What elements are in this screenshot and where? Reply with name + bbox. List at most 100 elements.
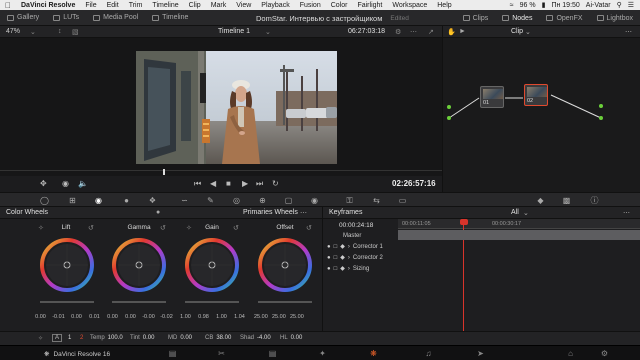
menu-edit[interactable]: Edit: [102, 2, 124, 9]
control-center-icon[interactable]: ☰: [628, 1, 634, 9]
lift-value-b[interactable]: 0.01: [88, 314, 101, 320]
color-match-icon[interactable]: ⊞: [68, 196, 77, 205]
clock[interactable]: Пн 19:50: [551, 2, 579, 9]
go-to-end-icon[interactable]: ⏭: [256, 179, 263, 189]
gain-master-slider[interactable]: [185, 301, 239, 303]
color-wheels-icon[interactable]: ◉: [94, 196, 103, 205]
more-options-icon[interactable]: ⋯: [410, 28, 417, 36]
auto-balance-icon[interactable]: ✧: [38, 335, 43, 342]
offset-value-r[interactable]: 25.00: [254, 314, 268, 320]
hl-value[interactable]: 0.00: [291, 335, 303, 341]
user-name[interactable]: Ai-Vatar: [586, 2, 611, 9]
deliver-page-icon[interactable]: ➤: [476, 349, 485, 358]
keyframes-filter-dropdown-icon[interactable]: ⌄: [523, 209, 529, 217]
menu-help[interactable]: Help: [432, 2, 456, 9]
gain-picker-icon[interactable]: ✧: [186, 224, 192, 232]
menu-trim[interactable]: Trim: [124, 2, 148, 9]
kf-diamond-icon[interactable]: ◆: [340, 254, 345, 261]
kf-diamond-icon[interactable]: ◆: [340, 243, 345, 250]
battery-icon[interactable]: ▮: [542, 1, 546, 9]
temp-control[interactable]: Temp 100.0: [90, 335, 123, 341]
lift-value-y[interactable]: 0.00: [34, 314, 47, 320]
keyframes-icon[interactable]: ◆: [536, 196, 545, 205]
cb-value[interactable]: 38.00: [216, 335, 231, 341]
fairlight-page-icon[interactable]: ♫: [424, 349, 433, 358]
menu-app-name[interactable]: DaVinci Resolve: [16, 2, 80, 9]
scrub-playhead[interactable]: [163, 169, 165, 175]
info-icon[interactable]: ⓘ: [590, 196, 599, 205]
menu-file[interactable]: File: [80, 2, 101, 9]
play-icon[interactable]: ▶: [242, 179, 248, 188]
viewer-options-icon[interactable]: ⚙: [395, 28, 401, 36]
node-02[interactable]: 02: [524, 84, 548, 106]
menu-fairlight[interactable]: Fairlight: [352, 2, 387, 9]
menu-playback[interactable]: Playback: [256, 2, 294, 9]
cut-page-icon[interactable]: ✂: [217, 349, 226, 358]
menu-workspace[interactable]: Workspace: [387, 2, 432, 9]
go-to-start-icon[interactable]: ⏮: [194, 179, 201, 189]
md-control[interactable]: MD 0.00: [168, 335, 192, 341]
menu-timeline[interactable]: Timeline: [147, 2, 183, 9]
hand-tool-icon[interactable]: ✋: [447, 28, 456, 36]
gamma-wheel[interactable]: [109, 234, 169, 296]
offset-reset-icon[interactable]: ↺: [306, 224, 312, 232]
gamma-master-slider[interactable]: [112, 301, 166, 303]
volume-icon[interactable]: 🔈: [78, 179, 88, 188]
play-reverse-icon[interactable]: ◀: [210, 179, 216, 188]
menu-view[interactable]: View: [231, 2, 256, 9]
gamma-value-r[interactable]: 0.00: [124, 314, 137, 320]
menu-clip[interactable]: Clip: [184, 2, 206, 9]
kf-expand-icon[interactable]: ›: [348, 244, 350, 250]
rgb-mixer-icon[interactable]: ●: [122, 196, 131, 205]
offset-master-slider[interactable]: [258, 301, 312, 303]
camera-raw-icon[interactable]: ◯: [40, 196, 49, 205]
kf-track-master[interactable]: [398, 230, 640, 240]
clips-button[interactable]: Clips: [456, 10, 496, 26]
sizing-icon[interactable]: ⇆: [372, 196, 381, 205]
highlight-icon[interactable]: ◉: [62, 179, 69, 188]
md-value[interactable]: 0.00: [180, 335, 192, 341]
loop-icon[interactable]: ↻: [272, 179, 279, 188]
lift-value-r[interactable]: -0.01: [52, 314, 65, 320]
stop-icon[interactable]: ■: [226, 179, 231, 188]
timeline-button[interactable]: Timeline: [145, 10, 195, 26]
compare-icon[interactable]: ▧: [72, 28, 79, 36]
wheels-mode-select[interactable]: Primaries Wheels: [243, 209, 298, 216]
color-page-icon[interactable]: ❋: [369, 349, 378, 358]
tint-control[interactable]: Tint 0.00: [130, 335, 154, 341]
settings-icon[interactable]: ⚙: [600, 349, 609, 358]
offset-value-g[interactable]: 25.00: [272, 314, 286, 320]
temp-value[interactable]: 100.0: [108, 335, 123, 341]
kf-row-corrector-1[interactable]: ● □ ◆ › Corrector 1: [323, 241, 397, 252]
gamma-value-b[interactable]: -0.02: [160, 314, 173, 320]
kf-expand-icon[interactable]: ›: [348, 255, 350, 261]
fusion-page-icon[interactable]: ✦: [318, 349, 327, 358]
openfx-button[interactable]: OpenFX: [539, 10, 589, 26]
scopes-icon[interactable]: ▩: [562, 196, 571, 205]
media-pool-button[interactable]: Media Pool: [86, 10, 145, 26]
lift-master-slider[interactable]: [40, 301, 94, 303]
select-tool-icon[interactable]: ►: [459, 28, 466, 35]
offset-wheel[interactable]: [255, 234, 315, 296]
gain-wheel[interactable]: [182, 234, 242, 296]
lightbox-button[interactable]: Lightbox: [590, 10, 640, 26]
page-1-button[interactable]: 1: [68, 335, 71, 341]
menu-mark[interactable]: Mark: [206, 2, 232, 9]
timeline-dropdown-icon[interactable]: ⌄: [265, 28, 271, 36]
3d-icon[interactable]: ▭: [398, 196, 407, 205]
blur-icon[interactable]: ◉: [310, 196, 319, 205]
expand-icon[interactable]: ↗: [428, 28, 434, 36]
kf-lock-icon[interactable]: □: [334, 266, 338, 272]
edit-page-icon[interactable]: ▤: [268, 349, 277, 358]
lift-wheel[interactable]: [37, 234, 97, 296]
keyframes-playhead-handle[interactable]: [460, 219, 468, 225]
lift-value-g[interactable]: 0.00: [70, 314, 83, 320]
lift-reset-icon[interactable]: ↺: [88, 224, 94, 232]
menu-fusion[interactable]: Fusion: [295, 2, 326, 9]
gain-value-r[interactable]: 0.98: [197, 314, 210, 320]
search-icon[interactable]: ⚲: [617, 1, 622, 9]
keyframes-options-icon[interactable]: ⋯: [623, 209, 630, 217]
keyframes-ruler[interactable]: 00:00:11:05 00:00:30:17: [398, 219, 640, 229]
wifi-icon[interactable]: ≈: [510, 2, 514, 9]
kf-expand-icon[interactable]: ›: [348, 266, 350, 272]
